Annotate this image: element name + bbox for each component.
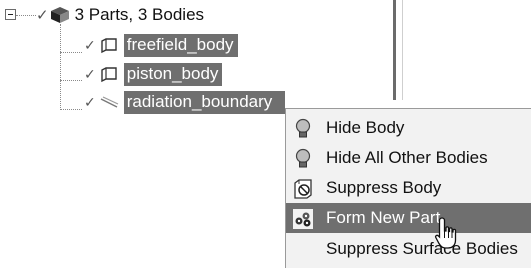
lightbulb-icon: [295, 118, 311, 138]
menu-item-label: Suppress Surface Bodies: [326, 239, 518, 258]
check-icon: ✓: [84, 65, 96, 82]
menu-item-hide-all-other-bodies[interactable]: Hide All Other Bodies: [286, 143, 531, 173]
tree-connector: [60, 52, 82, 53]
menu-item-suppress-surface-bodies[interactable]: Suppress Surface Bodies: [286, 234, 531, 264]
solid-body-icon: [101, 38, 117, 54]
parts-cube-icon: [50, 7, 69, 23]
menu-item-label: Suppress Body: [326, 178, 442, 197]
hand-cursor-icon: [434, 217, 457, 249]
tree-root-label: 3 Parts, 3 Bodies: [74, 5, 205, 24]
tree-item-piston-body[interactable]: ✓ piston_body: [84, 61, 223, 87]
tree-connector: [60, 109, 82, 110]
menu-item-label: Form New Part: [326, 208, 441, 227]
solid-body-icon: [101, 67, 117, 83]
menu-item-label: Hide Body: [326, 118, 405, 137]
tree-connector: [60, 80, 82, 81]
check-icon: ✓: [84, 93, 96, 110]
panel-divider: [402, 0, 403, 100]
check-icon: ✓: [36, 6, 49, 24]
tree-item-label: freefield_body: [123, 33, 238, 57]
menu-item-form-new-part[interactable]: Form New Part: [286, 203, 531, 233]
suppress-body-icon: [294, 179, 312, 199]
surface-body-icon: [100, 96, 118, 108]
collapse-toggle[interactable]: [5, 9, 16, 20]
lightbulb-icon: [295, 148, 311, 168]
tree-item-freefield-body[interactable]: ✓ freefield_body: [84, 32, 238, 58]
tree-connector: [16, 15, 36, 16]
tree-item-label: piston_body: [123, 62, 223, 86]
tree-connector: [60, 24, 61, 110]
check-icon: ✓: [84, 36, 96, 53]
menu-item-suppress-body[interactable]: Suppress Body: [286, 173, 531, 203]
form-new-part-icon: [293, 209, 313, 229]
panel-splitter[interactable]: [393, 0, 396, 100]
tree-item-label: radiation_boundary: [123, 90, 285, 114]
tree-item-radiation-boundary[interactable]: ✓ radiation_boundary: [84, 89, 285, 115]
tree-root-row[interactable]: ✓ 3 Parts, 3 Bodies: [36, 2, 204, 28]
menu-item-hide-body[interactable]: Hide Body: [286, 113, 531, 143]
context-menu: Hide Body Hide All Other Bodies Suppress…: [285, 108, 531, 268]
menu-item-label: Hide All Other Bodies: [326, 148, 488, 167]
